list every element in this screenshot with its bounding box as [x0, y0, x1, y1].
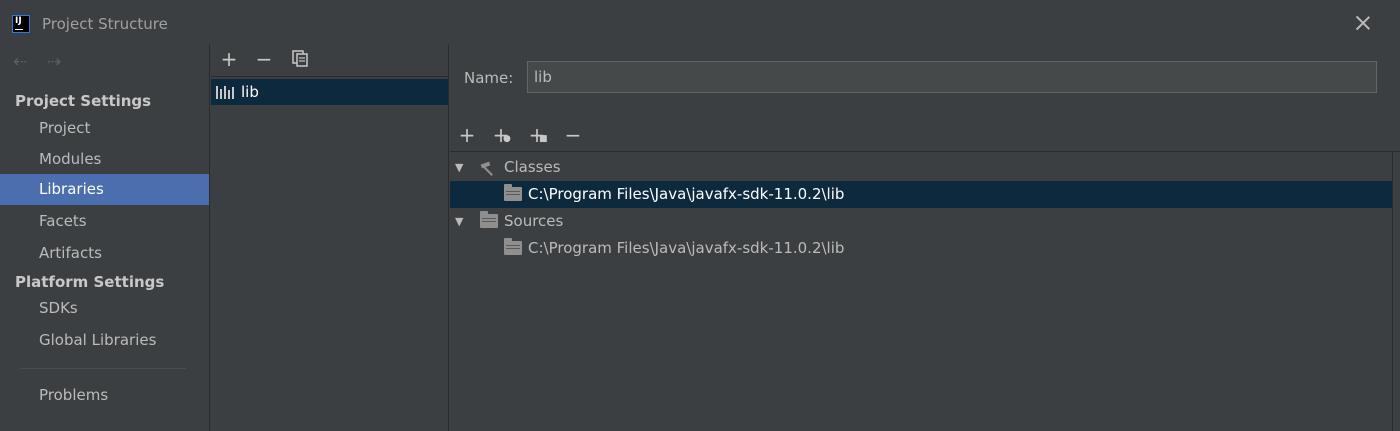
sidebar-item-facets[interactable]: Facets: [0, 206, 209, 237]
libraries-list-panel: + − lib: [211, 44, 449, 431]
sidebar-item-project[interactable]: Project: [0, 113, 209, 144]
libraries-toolbar: + −: [211, 44, 448, 76]
library-icon: [216, 86, 236, 99]
sidebar-item-modules[interactable]: Modules: [0, 144, 209, 175]
nav-arrows: ⇠ ⇢: [13, 53, 81, 73]
sidebar-divider: [20, 368, 186, 369]
sidebar-item-sdks[interactable]: SDKs: [0, 293, 209, 324]
folder-icon: [504, 184, 522, 201]
plus-icon[interactable]: +: [219, 49, 239, 69]
sidebar-item-global-libraries[interactable]: Global Libraries: [0, 325, 209, 356]
tree-row-sources-path[interactable]: C:\Program Files\Java\javafx-sdk-11.0.2\…: [450, 235, 1392, 262]
hammer-icon: [479, 160, 497, 174]
sidebar-item-libraries[interactable]: Libraries: [0, 174, 209, 205]
add-jar-icon[interactable]: + ■: [527, 125, 548, 145]
library-name-input[interactable]: [527, 61, 1377, 93]
tree-node-classes[interactable]: ▼ Classes: [450, 154, 1392, 181]
minus-icon[interactable]: −: [254, 49, 274, 69]
arrow-left-icon[interactable]: ⇠: [13, 54, 33, 71]
window-title: Project Structure: [42, 15, 168, 33]
sources-label: Sources: [504, 212, 564, 230]
folder-icon: [504, 238, 522, 255]
close-icon[interactable]: [1353, 13, 1373, 33]
sources-path: C:\Program Files\Java\javafx-sdk-11.0.2\…: [528, 239, 845, 257]
intellij-logo-icon: IJ: [12, 15, 30, 33]
tree-scrollbar[interactable]: [1392, 152, 1400, 431]
list-item-library[interactable]: lib: [211, 79, 448, 105]
library-detail-panel: Name: + +● +■ − ▼ Classes C:\Program Fil…: [450, 44, 1400, 431]
library-roots-tree: ▼ Classes C:\Program Files\Java\javafx-s…: [450, 151, 1400, 431]
plus-icon[interactable]: +: [457, 125, 477, 145]
library-roots-toolbar: + + ● + ■ −: [450, 122, 1400, 150]
sidebar-item-problems[interactable]: Problems: [0, 380, 209, 411]
add-url-icon[interactable]: + ●: [491, 125, 511, 145]
tree-node-sources[interactable]: ▼ Sources: [450, 208, 1392, 235]
platform-settings-heading: Platform Settings: [15, 273, 165, 291]
minus-icon[interactable]: −: [563, 125, 583, 145]
arrow-right-icon[interactable]: ⇢: [47, 54, 67, 71]
libraries-list: lib: [211, 76, 448, 431]
copy-icon[interactable]: [290, 49, 310, 69]
sidebar-item-artifacts[interactable]: Artifacts: [0, 238, 209, 269]
classes-label: Classes: [504, 158, 561, 176]
library-label: lib: [241, 83, 259, 101]
expand-triangle-icon[interactable]: ▼: [455, 154, 463, 181]
project-settings-heading: Project Settings: [15, 92, 152, 110]
settings-sidebar: ⇠ ⇢ Project Settings Project Modules Libr…: [0, 44, 210, 431]
classes-path: C:\Program Files\Java\javafx-sdk-11.0.2\…: [528, 185, 845, 203]
name-label: Name:: [464, 69, 514, 87]
source-folder-icon: [480, 211, 498, 228]
expand-triangle-icon[interactable]: ▼: [455, 208, 463, 235]
tree-row-classes-path[interactable]: C:\Program Files\Java\javafx-sdk-11.0.2\…: [450, 181, 1392, 208]
title-bar: IJ Project Structure: [0, 0, 1400, 44]
